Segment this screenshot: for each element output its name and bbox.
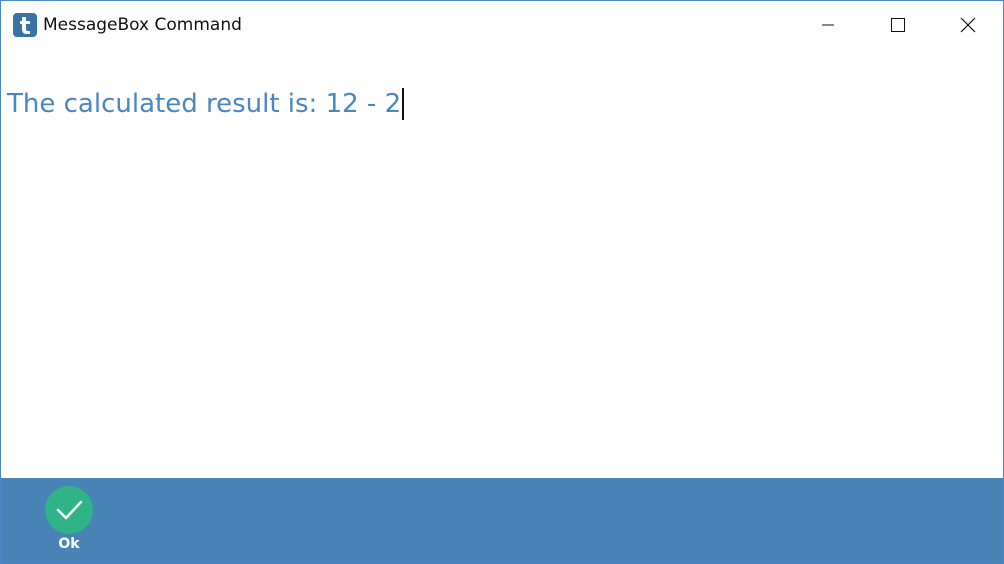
maximize-button[interactable]: [863, 1, 933, 48]
ok-label: Ok: [58, 536, 80, 552]
check-icon: [45, 486, 93, 534]
close-icon: [960, 17, 976, 32]
window-title: MessageBox Command: [43, 15, 242, 35]
bottom-toolbar: Ok: [1, 478, 1003, 563]
ok-button[interactable]: Ok: [41, 486, 97, 552]
minimize-icon: [822, 24, 834, 25]
close-button[interactable]: [933, 1, 1003, 48]
message-text-field[interactable]: The calculated result is: 12 - 2: [7, 86, 405, 122]
text-caret: [402, 88, 405, 120]
maximize-icon: [891, 17, 905, 32]
app-t-icon: [13, 13, 37, 37]
minimize-button[interactable]: [793, 1, 863, 48]
title-bar[interactable]: MessageBox Command: [1, 1, 1003, 48]
message-area: The calculated result is: 12 - 2: [1, 48, 1003, 478]
message-text: The calculated result is: 12 - 2: [7, 89, 402, 119]
messagebox-window: MessageBox Command The calculated result…: [0, 0, 1004, 564]
